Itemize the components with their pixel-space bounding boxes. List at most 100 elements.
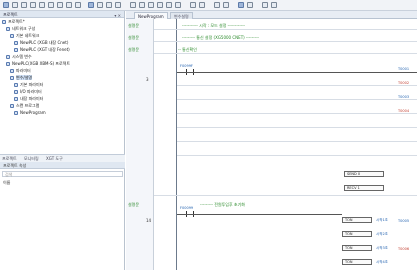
run-icon[interactable] xyxy=(238,2,244,8)
tree-item-basic-param[interactable]: 기본 파라미터 xyxy=(14,82,43,88)
contact-no-icon[interactable] xyxy=(130,2,136,8)
param-icon xyxy=(14,90,18,94)
new-icon[interactable] xyxy=(3,2,9,8)
rung-comment: --------- 전원투입후 초기화 xyxy=(200,202,245,207)
ladder-editor[interactable]: 설명문 ----------- 시작 : 모드 설정 ------------ … xyxy=(126,19,417,270)
properties-title: 프로젝트 속성 xyxy=(3,163,27,168)
grid-line xyxy=(154,53,417,54)
project-panel-title: 프로젝트 xyxy=(3,12,18,17)
plc-icon xyxy=(14,41,18,45)
document-tabs: NewProgram 변수설명 xyxy=(126,11,417,19)
cut-icon[interactable] xyxy=(39,2,45,8)
pin-icon[interactable]: ▾ ✕ xyxy=(114,12,121,19)
coil-icon[interactable] xyxy=(148,2,154,8)
tree-item-scan-program[interactable]: 스캔 프로그램 xyxy=(10,103,39,109)
variable-icon xyxy=(6,55,10,59)
tree-item-variables[interactable]: 변수/설명 xyxy=(10,75,33,81)
rung-gutter xyxy=(126,19,154,270)
value-label: T0005 xyxy=(398,219,410,223)
main-toolbar xyxy=(0,0,417,11)
rung-wire xyxy=(177,72,417,73)
rung-label: 설명문 xyxy=(128,47,140,52)
paste-icon[interactable] xyxy=(57,2,63,8)
timer-param: 시작1초 xyxy=(376,218,388,222)
contact-label: F0099F xyxy=(180,64,193,68)
param-icon xyxy=(14,83,18,87)
tree-item-builtin-param[interactable]: 내장 파라미터 xyxy=(14,96,43,102)
upload-icon[interactable] xyxy=(106,2,112,8)
rung-comment: --------- 통신 설정 (XG5000 CNET) --------- xyxy=(182,35,259,40)
rung-wire xyxy=(177,214,342,215)
open-icon[interactable] xyxy=(12,2,18,8)
table-icon xyxy=(10,76,14,80)
rung-comment: ----------- 시작 : 모드 설정 ------------ xyxy=(182,23,245,28)
copy-icon[interactable] xyxy=(48,2,54,8)
rung-comment: -- 통신확인 xyxy=(178,47,197,52)
rung-label: 설명문 xyxy=(128,35,140,40)
rung-label: 설명문 xyxy=(128,202,140,207)
grid-line xyxy=(177,113,417,114)
timer-param: 시작4초 xyxy=(376,260,388,264)
param-icon xyxy=(14,97,18,101)
grid-line xyxy=(154,195,417,196)
tree-item-io-param[interactable]: I/O 파라미터 xyxy=(14,89,42,95)
tree-item-parameters[interactable]: 파라미터 xyxy=(10,68,31,74)
project-panel-header: 프로젝트 ▾ ✕ xyxy=(0,11,124,18)
tab-newprogram[interactable]: NewProgram xyxy=(134,12,168,19)
zoom-out-icon[interactable] xyxy=(199,2,205,8)
tree-item-network[interactable]: 네트워크 구성 xyxy=(6,26,35,32)
undo-icon[interactable] xyxy=(66,2,72,8)
tree-item-fenet[interactable]: NewPLC (XGT 내장 Fenet) xyxy=(14,47,70,53)
monitor-icon[interactable] xyxy=(115,2,121,8)
tab-variables[interactable]: 변수설명 xyxy=(170,12,193,19)
tree-item-cnet[interactable]: NewPLC (XGB 내장 Cnet) xyxy=(14,40,68,46)
folder-icon xyxy=(10,104,14,108)
grid-line xyxy=(177,155,417,156)
step-number: 3 xyxy=(146,77,149,82)
grid-line xyxy=(177,141,417,142)
grid-line xyxy=(177,85,417,86)
contact-nc-icon[interactable] xyxy=(139,2,145,8)
left-power-rail xyxy=(176,19,177,270)
download-icon[interactable] xyxy=(97,2,103,8)
function-block[interactable]: SEND 0 xyxy=(344,171,384,177)
contact-label: F00099 xyxy=(180,206,194,210)
timer-param: 시작2초 xyxy=(376,232,388,236)
timer-block[interactable]: TON xyxy=(342,245,372,251)
timer-block[interactable]: TON xyxy=(342,231,372,237)
timer-block[interactable]: TON xyxy=(342,217,372,223)
function-block[interactable]: RECV 1 xyxy=(344,185,384,191)
project-tree: 프로젝트* 네트워크 구성 기본 네트워크 NewPLC (XGB 내장 Cne… xyxy=(0,19,125,149)
redo-icon[interactable] xyxy=(75,2,81,8)
help-icon[interactable] xyxy=(271,2,277,8)
properties-search-input[interactable]: 검색 xyxy=(2,171,123,177)
stop-icon[interactable] xyxy=(247,2,253,8)
project-panel: 프로젝트 ▾ ✕ 프로젝트* 네트워크 구성 기본 네트워크 NewPLC (X… xyxy=(0,11,125,270)
grid-line xyxy=(177,99,417,100)
save-icon[interactable] xyxy=(21,2,27,8)
vline-icon[interactable] xyxy=(175,2,181,8)
project-icon xyxy=(2,20,6,24)
timer-block[interactable]: TON xyxy=(342,259,372,265)
find-icon[interactable] xyxy=(214,2,220,8)
replace-icon[interactable] xyxy=(223,2,229,8)
network-icon xyxy=(6,27,10,31)
compile-icon[interactable] xyxy=(88,2,94,8)
print-icon[interactable] xyxy=(30,2,36,8)
tree-item-project[interactable]: 프로젝트* xyxy=(2,19,25,25)
settings-icon[interactable] xyxy=(262,2,268,8)
function-block-icon[interactable] xyxy=(157,2,163,8)
tree-item-plc-project[interactable]: NewPLC(XGB XBM-S) 프로젝트 xyxy=(6,61,70,67)
hline-icon[interactable] xyxy=(166,2,172,8)
zoom-in-icon[interactable] xyxy=(190,2,196,8)
grid-line xyxy=(154,29,417,30)
tree-item-newprogram[interactable]: NewProgram xyxy=(14,110,46,116)
program-icon xyxy=(14,111,18,115)
network-node-icon xyxy=(10,34,14,38)
value-label: T0006 xyxy=(398,247,410,251)
tree-item-system-variables[interactable]: 시스템 변수 xyxy=(6,54,32,60)
folder-icon xyxy=(10,69,14,73)
panel-tabs: 프로젝트 모니터링 XGT 도구 xyxy=(0,154,125,162)
rung-label: 설명문 xyxy=(128,23,140,28)
tree-item-basic-network[interactable]: 기본 네트워크 xyxy=(10,33,39,39)
